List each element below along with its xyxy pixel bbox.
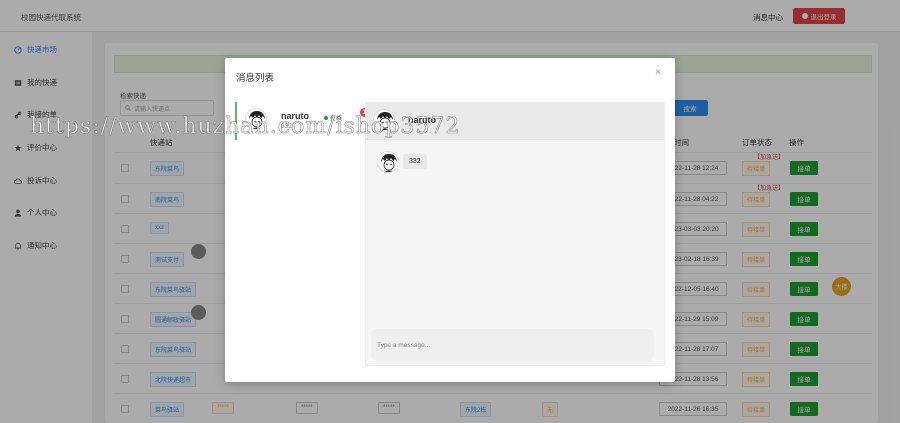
chat-panel: naruto 332	[365, 102, 665, 366]
contact-last-message: 332	[281, 123, 292, 130]
close-icon[interactable]: ×	[655, 67, 661, 78]
avatar	[373, 109, 395, 131]
message-input[interactable]	[371, 329, 654, 361]
modal-title: 消息列表	[236, 73, 275, 84]
online-status: 在线	[324, 113, 342, 122]
online-dot-icon	[324, 115, 328, 120]
chat-contact-name: naruto	[408, 115, 436, 125]
avatar	[245, 108, 267, 130]
online-label: 在线	[330, 116, 343, 122]
contact-name: naruto	[281, 111, 309, 121]
message-list-modal: 消息列表 × naruto 332 在线 1 naruto 332	[225, 58, 675, 382]
contact-item[interactable]: naruto 332 在线 1	[235, 102, 369, 140]
chat-header: naruto	[366, 103, 664, 140]
avatar	[377, 151, 399, 173]
message-bubble: 332	[403, 154, 427, 169]
